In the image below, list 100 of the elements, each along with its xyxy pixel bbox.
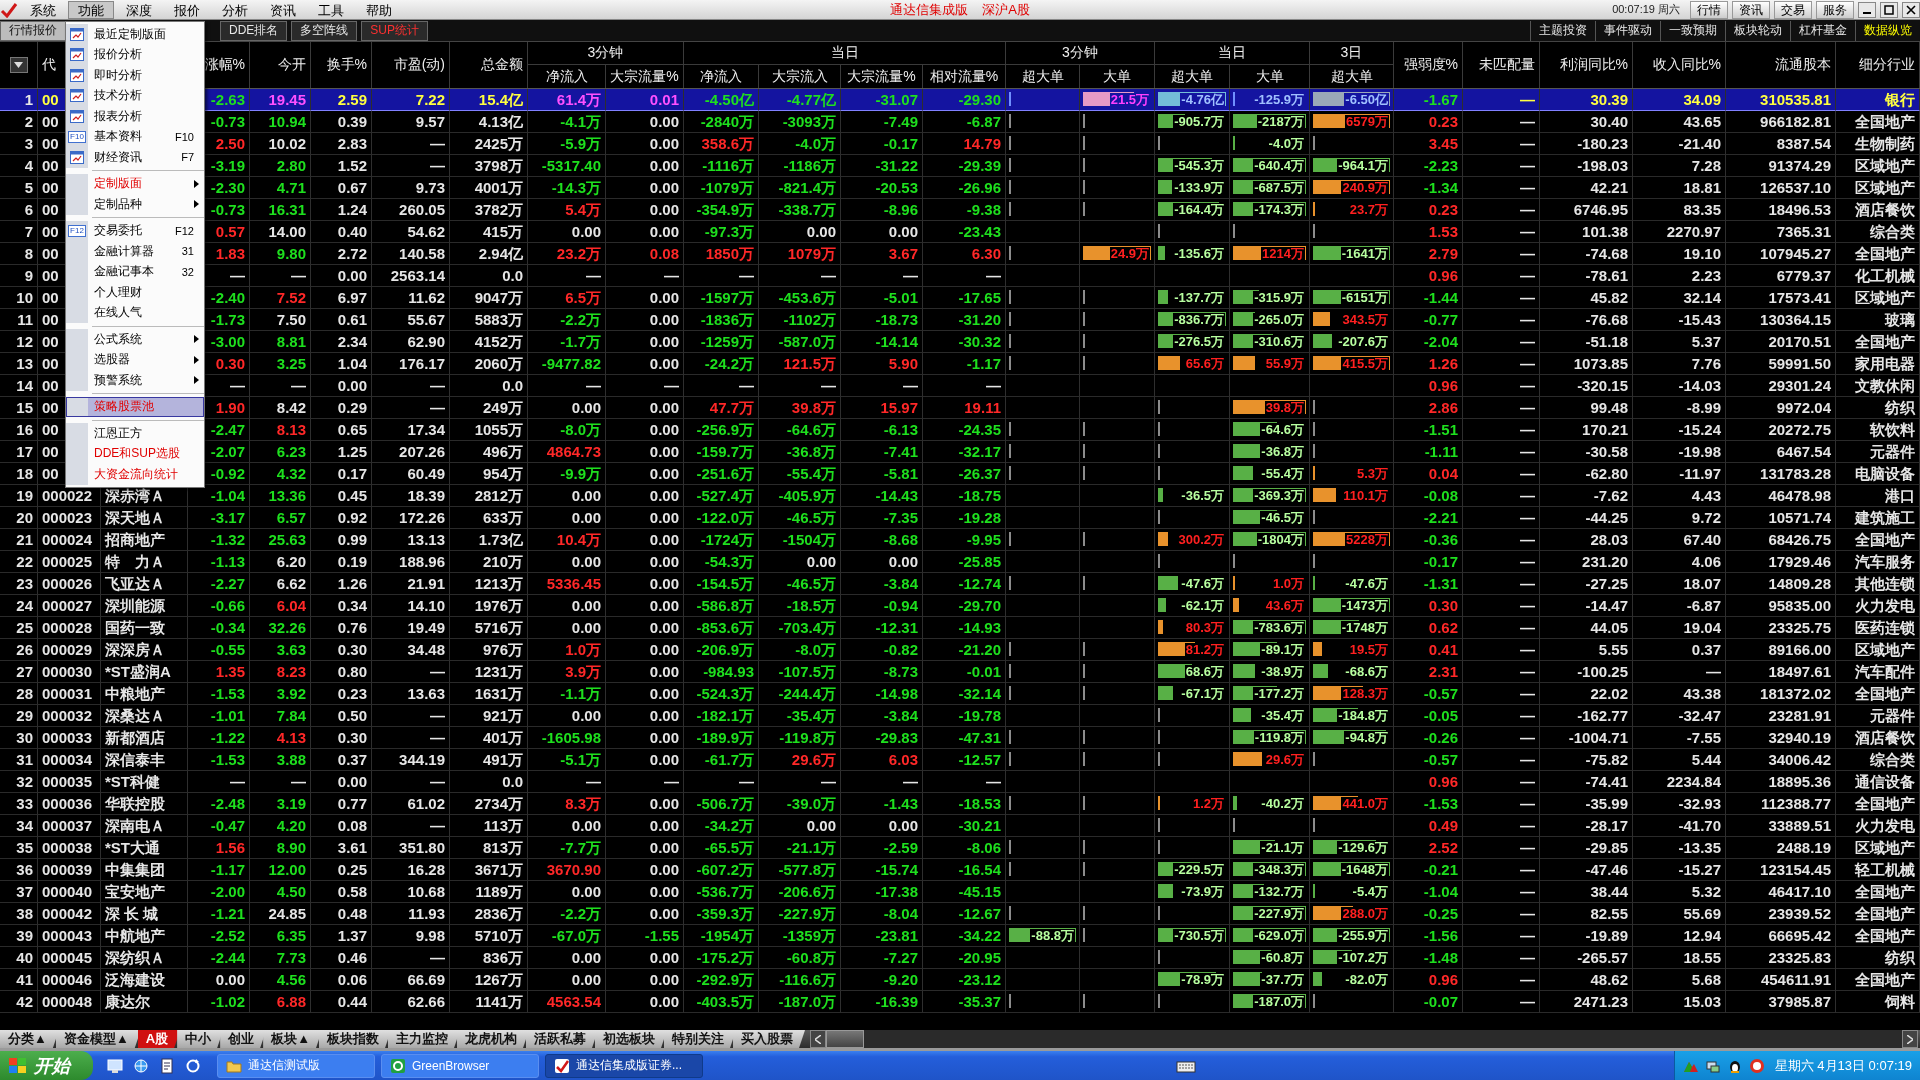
menu-entry-row[interactable]: 最近定制版面 (66, 24, 204, 45)
menu-entry-row[interactable]: 江恩正方 (66, 423, 204, 444)
menu-item[interactable]: 深度 (116, 0, 162, 19)
menu-item[interactable]: 系统 (20, 0, 66, 19)
table-cell: -0.82 (883, 642, 918, 657)
task-button[interactable]: 通达信集成版证券... (545, 1053, 703, 1078)
view-tab[interactable]: DDE排名 (220, 20, 288, 41)
column-header[interactable]: 流通股本 (1775, 56, 1831, 74)
app-logo-icon (0, 1, 18, 18)
menu-entry-row[interactable]: 技术分析 (66, 85, 204, 106)
scroll-left-button[interactable] (810, 1030, 826, 1048)
scrollbar-thumb[interactable] (826, 1030, 864, 1048)
menu-entry: 金融记事本 (94, 263, 154, 281)
menu-item[interactable]: 报价 (164, 0, 210, 19)
menu-entry-row[interactable]: 大资金流向统计 (66, 464, 204, 485)
top-button[interactable]: 服务 (1816, 0, 1854, 19)
menu-entry-row[interactable]: 公式系统 (66, 329, 204, 350)
feature-link[interactable]: 板块轮动 (1725, 20, 1790, 41)
column-header[interactable]: 超大单 (1021, 67, 1064, 86)
table-cell: 0.80 (337, 664, 367, 679)
maximize-button[interactable] (1880, 1, 1898, 18)
minimize-button[interactable] (1858, 1, 1876, 18)
top-button[interactable]: 资讯 (1732, 0, 1770, 19)
menu-entry-row[interactable]: 在线人气 (66, 302, 204, 323)
menu-entry-row[interactable]: 财经资讯 F7 (66, 147, 204, 168)
menu-item[interactable]: 资讯 (260, 0, 306, 19)
column-header[interactable]: 超大单 (1330, 67, 1373, 86)
table-cell: -23.12 (958, 972, 1001, 987)
menu-item[interactable]: 分析 (212, 0, 258, 19)
menu-item[interactable]: 工具 (308, 0, 354, 19)
column-header[interactable]: 大单 (1103, 67, 1131, 86)
table-cell: 0.00 (649, 752, 679, 767)
menu-entry-row[interactable]: 即时分析 (66, 65, 204, 86)
sheet-tab[interactable]: 特别关注 (664, 1030, 736, 1048)
menu-entry-row[interactable]: 个人理财 (66, 282, 204, 303)
feature-link[interactable]: 数据纵览 (1855, 20, 1920, 41)
column-header[interactable]: 大宗流量% (847, 67, 916, 86)
table-cell: 18496.53 (1768, 202, 1831, 217)
menu-entry-row[interactable]: 报表分析 (66, 106, 204, 127)
table-cell: 6.35 (276, 928, 306, 943)
top-button[interactable]: 交易 (1774, 0, 1812, 19)
menu-entry-row[interactable]: 选股器 (66, 349, 204, 370)
keyboard-button[interactable] (1176, 1058, 1197, 1073)
table-cell: 火力发电 (1855, 598, 1915, 613)
menu-entry-row[interactable]: 金融记事本 32 (66, 261, 204, 282)
flow-value: 288.0万 (1341, 906, 1389, 921)
menu-entry-row[interactable]: 预警系统 (66, 370, 204, 391)
feature-link[interactable]: 事件驱动 (1595, 20, 1660, 41)
menu-entry-row[interactable]: DDE和SUP选股 (66, 443, 204, 464)
column-header[interactable]: 涨幅% (204, 56, 245, 74)
table-cell: 8.23 (276, 664, 306, 679)
sheet-tab[interactable]: 板块指数 (319, 1030, 391, 1048)
task-button[interactable]: 通达信测试版 (217, 1053, 375, 1078)
task-button[interactable]: GreenBrowser (381, 1053, 539, 1078)
column-header[interactable]: 净流入 (545, 67, 588, 86)
column-header[interactable]: 大宗流量% (610, 67, 679, 86)
view-tab[interactable]: 多空阵线 (291, 20, 358, 41)
column-header[interactable]: 大宗流入 (771, 67, 828, 86)
view-tab[interactable]: 行情报价 (0, 20, 66, 41)
column-header[interactable]: 超大单 (1171, 67, 1213, 86)
column-header[interactable]: 换手% (326, 56, 367, 74)
sheet-tab[interactable]: 龙虎机构 (457, 1030, 529, 1048)
table-cell: — (1520, 994, 1535, 1009)
menu-entry-row[interactable]: 报价分析 (66, 44, 204, 65)
column-header[interactable]: 强弱度% (1403, 56, 1458, 74)
column-header[interactable]: 利润同比% (1559, 56, 1628, 74)
stock-code: 00 (42, 356, 59, 371)
column-header[interactable]: 总金额 (481, 56, 523, 74)
view-tab[interactable]: SUP统计 (361, 20, 429, 41)
menu-entry-row[interactable]: 金融计算器 31 (66, 241, 204, 262)
menu-entry-row[interactable]: 定制版面 (66, 173, 204, 194)
scroll-right-button[interactable] (1902, 1030, 1918, 1048)
column-header[interactable]: 净流入 (700, 67, 742, 86)
column-header[interactable]: 相对流量% (929, 67, 999, 86)
menu-entry-row[interactable]: F10 基本资料 F10 (66, 126, 204, 147)
column-header[interactable]: 代 (42, 56, 56, 74)
column-header[interactable]: 市盈(动) (393, 56, 445, 74)
menu-entry-row[interactable]: 定制品种 (66, 194, 204, 215)
sheet-tab[interactable]: 初选板块 (595, 1030, 667, 1048)
sheet-tab[interactable]: 活跃私募 (526, 1030, 598, 1048)
column-header[interactable]: 收入同比% (1652, 56, 1721, 74)
column-header[interactable]: 未匹配量 (1479, 56, 1535, 74)
column-header[interactable]: 今开 (278, 56, 306, 74)
menu-entry-row[interactable]: F12 交易委托 F12 (66, 220, 204, 241)
sheet-tab[interactable]: 板块▲ (263, 1030, 322, 1048)
menu-item[interactable]: 帮助 (356, 0, 402, 19)
close-button[interactable] (1902, 1, 1920, 18)
menu-item[interactable]: 功能 (68, 0, 114, 19)
sheet-tab[interactable]: 主力监控 (388, 1030, 460, 1048)
feature-link[interactable]: 主题投资 (1530, 20, 1595, 41)
column-header[interactable]: 大单 (1255, 67, 1284, 86)
top-button[interactable]: 行情 (1690, 0, 1728, 19)
column-menu-button[interactable] (9, 57, 28, 73)
column-header[interactable]: 细分行业 (1859, 56, 1915, 74)
feature-link[interactable]: 一致预期 (1660, 20, 1725, 41)
feature-link[interactable]: 杠杆基金 (1790, 20, 1855, 41)
sheet-tab[interactable]: 买入股票 (733, 1030, 805, 1048)
table-cell: 12.94 (1683, 928, 1721, 943)
sheet-tab[interactable]: 分类▲ (0, 1030, 59, 1048)
sheet-tab[interactable]: 资金模型▲ (55, 1030, 141, 1048)
